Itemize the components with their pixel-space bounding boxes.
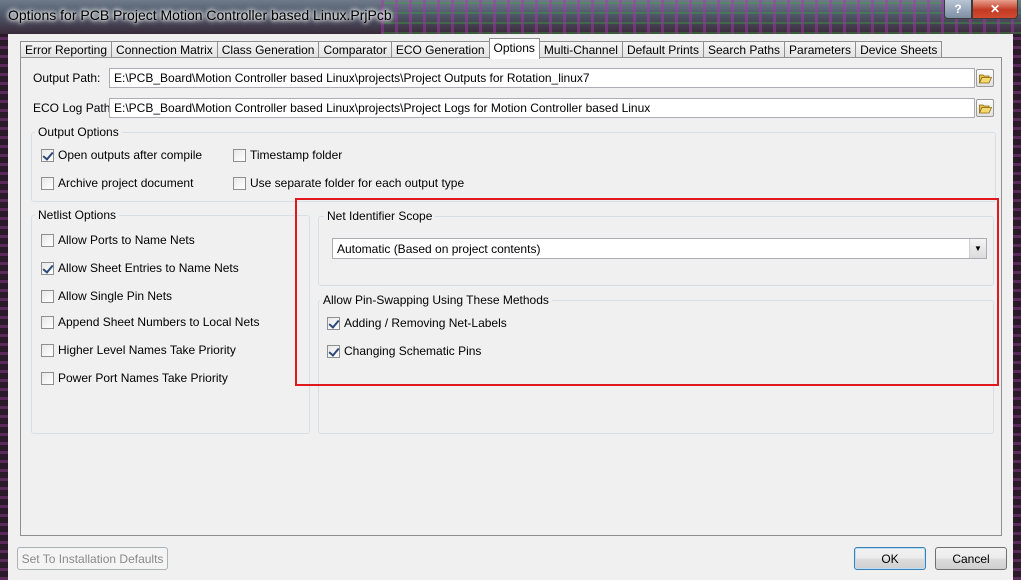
folder-open-icon: [978, 74, 992, 83]
close-button[interactable]: ✕: [972, 0, 1018, 19]
output-options-group: [31, 132, 996, 202]
archive-project-checkbox[interactable]: [41, 176, 54, 190]
allow-ports-checkbox[interactable]: [41, 233, 54, 247]
eco-log-path-browse-button[interactable]: [976, 99, 994, 117]
allow-single-pin-nets-label: Allow Single Pin Nets: [58, 289, 173, 303]
allow-single-pin-nets-checkbox[interactable]: [41, 289, 54, 303]
append-sheet-numbers-checkbox-row[interactable]: Append Sheet Numbers to Local Nets: [41, 315, 259, 329]
timestamp-folder-checkbox-row[interactable]: Timestamp folder: [233, 148, 342, 162]
power-port-names-checkbox-row[interactable]: Power Port Names Take Priority: [41, 371, 228, 385]
allow-sheet-entries-checkbox-row[interactable]: Allow Sheet Entries to Name Nets: [41, 261, 239, 275]
allow-sheet-entries-label: Allow Sheet Entries to Name Nets: [58, 261, 239, 275]
allow-ports-checkbox-row[interactable]: Allow Ports to Name Nets: [41, 233, 195, 247]
output-options-title: Output Options: [35, 125, 122, 139]
ok-button[interactable]: OK: [854, 547, 926, 570]
eco-log-path-label: ECO Log Path:: [33, 101, 114, 115]
cancel-button[interactable]: Cancel: [935, 547, 1007, 570]
tab-options[interactable]: Options: [488, 38, 540, 59]
higher-level-names-label: Higher Level Names Take Priority: [58, 343, 236, 357]
set-to-installation-defaults-button[interactable]: Set To Installation Defaults: [17, 547, 168, 570]
allow-ports-label: Allow Ports to Name Nets: [58, 233, 195, 247]
open-outputs-checkbox-row[interactable]: Open outputs after compile: [41, 148, 202, 162]
power-port-names-checkbox[interactable]: [41, 371, 54, 385]
separate-folder-checkbox-row[interactable]: Use separate folder for each output type: [233, 176, 464, 190]
allow-sheet-entries-checkbox[interactable]: [41, 261, 54, 275]
open-outputs-checkbox[interactable]: [41, 148, 54, 162]
output-path-label: Output Path:: [33, 71, 101, 85]
allow-single-pin-nets-checkbox-row[interactable]: Allow Single Pin Nets: [41, 289, 172, 303]
folder-open-icon: [978, 104, 992, 113]
window-right-border: [1013, 34, 1021, 580]
archive-project-label: Archive project document: [58, 176, 194, 190]
output-path-field[interactable]: E:\PCB_Board\Motion Controller based Lin…: [109, 68, 975, 88]
netlist-options-title: Netlist Options: [35, 208, 120, 222]
timestamp-folder-label: Timestamp folder: [250, 148, 343, 162]
eco-log-path-field[interactable]: E:\PCB_Board\Motion Controller based Lin…: [109, 98, 975, 118]
archive-project-checkbox-row[interactable]: Archive project document: [41, 176, 193, 190]
append-sheet-numbers-label: Append Sheet Numbers to Local Nets: [58, 315, 260, 329]
separate-folder-label: Use separate folder for each output type: [250, 176, 465, 190]
window-title: Options for PCB Project Motion Controlle…: [8, 7, 392, 23]
output-path-browse-button[interactable]: [976, 69, 994, 87]
higher-level-names-checkbox[interactable]: [41, 343, 54, 357]
title-bar: Options for PCB Project Motion Controlle…: [0, 0, 1021, 34]
timestamp-folder-checkbox[interactable]: [233, 148, 246, 162]
help-button[interactable]: ?: [944, 0, 972, 19]
open-outputs-label: Open outputs after compile: [58, 148, 203, 162]
highlight-annotation-box: [295, 198, 999, 386]
window-left-border: [0, 34, 8, 580]
tab-strip: Error Reporting Connection Matrix Class …: [20, 38, 943, 59]
power-port-names-label: Power Port Names Take Priority: [58, 371, 228, 385]
separate-folder-checkbox[interactable]: [233, 176, 246, 190]
higher-level-names-checkbox-row[interactable]: Higher Level Names Take Priority: [41, 343, 236, 357]
title-bar-background: [381, 0, 1021, 34]
dialog-body: Error Reporting Connection Matrix Class …: [8, 34, 1013, 580]
append-sheet-numbers-checkbox[interactable]: [41, 315, 54, 329]
